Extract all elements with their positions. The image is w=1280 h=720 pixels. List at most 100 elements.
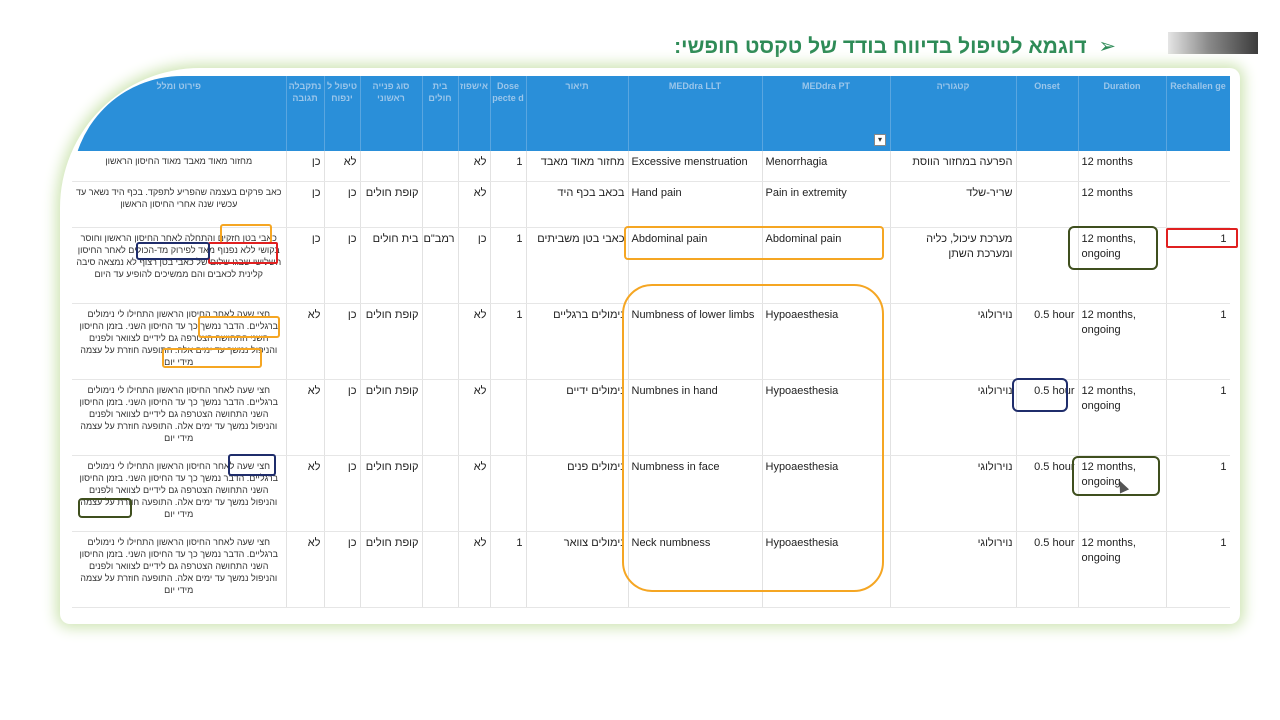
cell-description[interactable]: נימולים ברגליים — [526, 303, 629, 380]
cell-meddra-llt[interactable]: Abdominal pain — [628, 227, 763, 304]
cell-meddra-pt[interactable]: Hypoaesthesia — [762, 303, 891, 380]
table-row[interactable]: חצי שעה לאחר החיסון הראשון התחילו לי נימ… — [72, 455, 1230, 532]
cell-contact-type[interactable] — [360, 151, 423, 182]
cell-response[interactable]: כן — [286, 227, 325, 304]
cell-meddra-llt[interactable]: Numbnes in hand — [628, 379, 763, 456]
cell-narrative[interactable]: כאבי בטן חזקים והתחלה לאחר החיסון הראשון… — [72, 227, 287, 304]
cell-onset[interactable]: 0.5 hour — [1016, 531, 1079, 608]
cell-category[interactable]: מערכת עיכול, כליה ומערכת השתן — [890, 227, 1017, 304]
cell-contact-type[interactable]: בית חולים — [360, 227, 423, 304]
cell-description[interactable]: נימולים צוואר — [526, 531, 629, 608]
cell-response[interactable]: לא — [286, 455, 325, 532]
cell-dose[interactable] — [490, 181, 527, 228]
cell-hospitalization[interactable]: לא — [458, 303, 491, 380]
cell-onset[interactable]: 0.5 hour — [1016, 303, 1079, 380]
cell-description[interactable]: כאבי בטן משביתים — [526, 227, 629, 304]
cell-dose[interactable]: 1 — [490, 531, 527, 608]
column-header[interactable]: אישפוז — [458, 76, 491, 151]
table-row[interactable]: חצי שעה לאחר החיסון הראשון התחילו לי נימ… — [72, 379, 1230, 456]
cell-onset[interactable] — [1016, 181, 1079, 228]
cell-response[interactable]: לא — [286, 531, 325, 608]
cell-meddra-llt[interactable]: Numbness in face — [628, 455, 763, 532]
cell-hospitalization[interactable]: לא — [458, 151, 491, 182]
column-header[interactable]: טיפול ל ינפוח — [324, 76, 361, 151]
cell-rechallenge[interactable] — [1166, 181, 1230, 228]
cell-meddra-llt[interactable]: Hand pain — [628, 181, 763, 228]
cell-category[interactable]: נוירולוגי — [890, 455, 1017, 532]
cell-narrative[interactable]: חצי שעה לאחר החיסון הראשון התחילו לי נימ… — [72, 531, 287, 608]
cell-contact-type[interactable]: קופת חולים — [360, 379, 423, 456]
column-header[interactable]: תיאור — [526, 76, 629, 151]
cell-meddra-pt[interactable]: Pain in extremity — [762, 181, 891, 228]
cell-category[interactable]: הפרעה במחזור הווסת — [890, 151, 1017, 182]
cell-rechallenge[interactable]: 1 — [1166, 531, 1230, 608]
column-header[interactable]: Duration — [1078, 76, 1167, 151]
cell-response[interactable]: לא — [286, 303, 325, 380]
cell-hospital[interactable] — [422, 303, 459, 380]
cell-meddra-llt[interactable]: Neck numbness — [628, 531, 763, 608]
table-row[interactable]: כאב פרקים בעצמה שהפריע לתפקד. בכף היד נש… — [72, 181, 1230, 228]
column-header[interactable]: קטגוריה — [890, 76, 1017, 151]
cell-duration[interactable]: 12 months, ongoing — [1078, 531, 1167, 608]
cell-narrative[interactable]: חצי שעה לאחר החיסון הראשון התחילו לי נימ… — [72, 303, 287, 380]
cell-duration[interactable]: 12 months — [1078, 151, 1167, 182]
cell-duration[interactable]: 12 months, ongoing — [1078, 455, 1167, 532]
table-row[interactable]: חצי שעה לאחר החיסון הראשון התחילו לי נימ… — [72, 531, 1230, 608]
cell-rechallenge[interactable]: 1 — [1166, 455, 1230, 532]
column-header[interactable]: נתקבלה תגובה — [286, 76, 325, 151]
cell-contact-type[interactable]: קופת חולים — [360, 303, 423, 380]
cell-contact-type[interactable]: קופת חולים — [360, 181, 423, 228]
column-header[interactable]: Onset — [1016, 76, 1079, 151]
cell-treatment[interactable]: כן — [324, 303, 361, 380]
cell-rechallenge[interactable]: 1 — [1166, 303, 1230, 380]
column-header[interactable]: בית חולים — [422, 76, 459, 151]
cell-hospital[interactable] — [422, 531, 459, 608]
cell-rechallenge[interactable]: 1 — [1166, 227, 1230, 304]
cell-duration[interactable]: 12 months, ongoing — [1078, 303, 1167, 380]
column-header[interactable]: MEDdra LLT — [628, 76, 763, 151]
cell-narrative[interactable]: מחזור מאוד מאבד מאוד החיסון הראשון — [72, 151, 287, 182]
cell-hospitalization[interactable]: לא — [458, 531, 491, 608]
cell-hospitalization[interactable]: כן — [458, 227, 491, 304]
cell-hospital[interactable] — [422, 379, 459, 456]
cell-onset[interactable] — [1016, 227, 1079, 304]
cell-contact-type[interactable]: קופת חולים — [360, 531, 423, 608]
cell-meddra-llt[interactable]: Excessive menstruation — [628, 151, 763, 182]
column-filter-dropdown-icon[interactable]: ▾ — [874, 134, 886, 146]
cell-dose[interactable]: 1 — [490, 151, 527, 182]
cell-hospital[interactable]: רמב"ם — [422, 227, 459, 304]
cell-meddra-pt[interactable]: Abdominal pain — [762, 227, 891, 304]
cell-onset[interactable]: 0.5 hour — [1016, 379, 1079, 456]
cell-duration[interactable]: 12 months, ongoing — [1078, 379, 1167, 456]
cell-dose[interactable]: 1 — [490, 227, 527, 304]
cell-duration[interactable]: 12 months — [1078, 181, 1167, 228]
cell-duration[interactable]: 12 months, ongoing — [1078, 227, 1167, 304]
cell-meddra-llt[interactable]: Numbness of lower limbs — [628, 303, 763, 380]
cell-treatment[interactable]: כן — [324, 181, 361, 228]
cell-category[interactable]: נוירולוגי — [890, 303, 1017, 380]
cell-hospital[interactable] — [422, 151, 459, 182]
cell-hospital[interactable] — [422, 455, 459, 532]
cell-onset[interactable]: 0.5 hour — [1016, 455, 1079, 532]
cell-rechallenge[interactable]: 1 — [1166, 379, 1230, 456]
cell-onset[interactable] — [1016, 151, 1079, 182]
cell-meddra-pt[interactable]: Hypoaesthesia — [762, 455, 891, 532]
cell-category[interactable]: נוירולוגי — [890, 379, 1017, 456]
cell-treatment[interactable]: כן — [324, 531, 361, 608]
cell-treatment[interactable]: לא — [324, 151, 361, 182]
column-header[interactable]: פירוט ומלל — [72, 76, 287, 151]
cell-response[interactable]: כן — [286, 151, 325, 182]
cell-hospitalization[interactable]: לא — [458, 455, 491, 532]
cell-response[interactable]: לא — [286, 379, 325, 456]
cell-treatment[interactable]: כן — [324, 379, 361, 456]
cell-narrative[interactable]: חצי שעה לאחר החיסון הראשון התחילו לי נימ… — [72, 455, 287, 532]
cell-meddra-pt[interactable]: Hypoaesthesia — [762, 531, 891, 608]
cell-treatment[interactable]: כן — [324, 455, 361, 532]
cell-narrative[interactable]: כאב פרקים בעצמה שהפריע לתפקד. בכף היד נש… — [72, 181, 287, 228]
cell-meddra-pt[interactable]: Hypoaesthesia — [762, 379, 891, 456]
cell-description[interactable]: מחזור מאוד מאבד — [526, 151, 629, 182]
cell-category[interactable]: נוירולוגי — [890, 531, 1017, 608]
column-header[interactable]: Rechallen ge — [1166, 76, 1230, 151]
column-header[interactable]: MEDdra PT — [762, 76, 891, 151]
cell-hospital[interactable] — [422, 181, 459, 228]
